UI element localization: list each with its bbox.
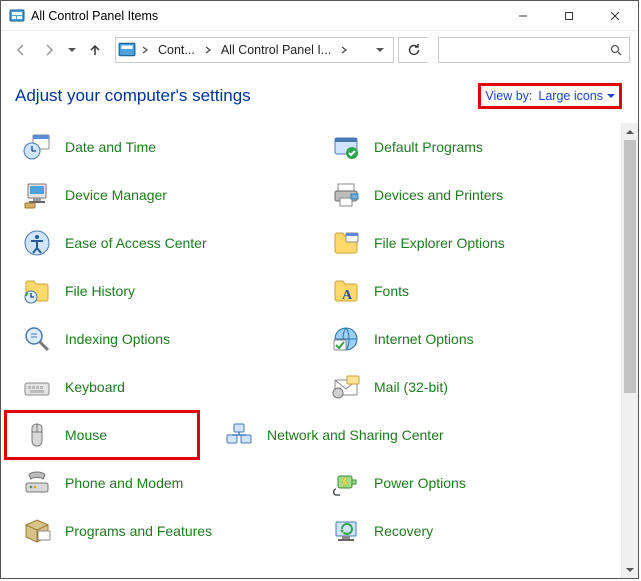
control-panel-item[interactable]: Fonts (312, 267, 621, 315)
item-label: File History (65, 283, 135, 299)
printer-icon (330, 179, 362, 211)
address-bar[interactable]: Cont... All Control Panel I... (115, 37, 394, 63)
control-panel-item[interactable]: Device Manager (3, 171, 312, 219)
fonts-icon (330, 275, 362, 307)
minimize-button[interactable] (500, 1, 546, 31)
folder-options-icon (330, 227, 362, 259)
items-grid: Date and Time Default Programs Device Mana… (3, 123, 621, 555)
power-icon (330, 467, 362, 499)
title-bar: All Control Panel Items (1, 1, 638, 31)
scroll-thumb[interactable] (624, 140, 636, 393)
refresh-button[interactable] (398, 37, 428, 63)
folder-history-icon (21, 275, 53, 307)
control-panel-icon (118, 41, 136, 59)
scroll-up-button[interactable] (622, 123, 638, 140)
item-label: Mouse (65, 427, 107, 443)
close-button[interactable] (592, 1, 638, 31)
item-label: Phone and Modem (65, 475, 183, 491)
recovery-icon (330, 515, 362, 547)
item-label: Mail (32-bit) (374, 379, 448, 395)
clock-calendar-icon (21, 131, 53, 163)
control-panel-items: Date and Time Default Programs Device Mana… (3, 123, 621, 578)
page-title: Adjust your computer's settings (15, 86, 251, 106)
back-button[interactable] (9, 38, 33, 62)
window-title: All Control Panel Items (31, 9, 158, 23)
item-label: Recovery (374, 523, 433, 539)
view-by-group: View by: Large icons (478, 83, 622, 109)
item-label: File Explorer Options (374, 235, 505, 251)
item-label: Fonts (374, 283, 409, 299)
breadcrumb[interactable]: Cont... (154, 43, 199, 57)
chevron-right-icon[interactable] (138, 40, 152, 60)
vertical-scrollbar[interactable] (621, 123, 638, 578)
control-panel-item[interactable]: Ease of Access Center (3, 219, 312, 267)
control-panel-item[interactable]: Indexing Options (3, 315, 312, 363)
control-panel-item[interactable]: Mouse (7, 413, 197, 457)
programs-box-icon (21, 515, 53, 547)
mouse-icon (21, 419, 53, 451)
control-panel-item[interactable]: Power Options (312, 459, 621, 507)
control-panel-item[interactable]: Network and Sharing Center (205, 411, 621, 459)
control-panel-item[interactable]: Devices and Printers (312, 171, 621, 219)
control-panel-item[interactable]: File History (3, 267, 312, 315)
scroll-down-button[interactable] (622, 561, 638, 578)
control-panel-item[interactable]: File Explorer Options (312, 219, 621, 267)
up-button[interactable] (83, 38, 107, 62)
item-label: Ease of Access Center (65, 235, 207, 251)
device-manager-icon (21, 179, 53, 211)
view-by-label: View by: (485, 89, 532, 103)
control-panel-item[interactable]: Default Programs (312, 123, 621, 171)
header-row: Adjust your computer's settings View by:… (1, 69, 638, 123)
item-label: Network and Sharing Center (267, 427, 444, 443)
control-panel-item[interactable]: Keyboard (3, 363, 312, 411)
history-dropdown-button[interactable] (65, 38, 79, 62)
item-label: Devices and Printers (374, 187, 503, 203)
mail-icon (330, 371, 362, 403)
indexing-icon (21, 323, 53, 355)
item-label: Power Options (374, 475, 466, 491)
control-panel-item[interactable]: Mail (32-bit) (312, 363, 621, 411)
item-label: Device Manager (65, 187, 167, 203)
accessibility-icon (21, 227, 53, 259)
phone-modem-icon (21, 467, 53, 499)
programs-check-icon (330, 131, 362, 163)
chevron-right-icon[interactable] (337, 40, 351, 60)
control-panel-item[interactable]: Programs and Features (3, 507, 312, 555)
item-label: Programs and Features (65, 523, 212, 539)
search-input[interactable] (445, 43, 609, 57)
item-label: Default Programs (374, 139, 483, 155)
item-label: Indexing Options (65, 331, 170, 347)
item-label: Keyboard (65, 379, 125, 395)
chevron-right-icon[interactable] (201, 40, 215, 60)
breadcrumb[interactable]: All Control Panel I... (217, 43, 335, 57)
maximize-button[interactable] (546, 1, 592, 31)
item-label: Internet Options (374, 331, 474, 347)
control-panel-item[interactable]: Date and Time (3, 123, 312, 171)
control-panel-item[interactable]: Phone and Modem (3, 459, 312, 507)
keyboard-icon (21, 371, 53, 403)
control-panel-item[interactable]: Recovery (312, 507, 621, 555)
search-icon (609, 43, 623, 57)
view-by-dropdown[interactable]: Large icons (538, 89, 615, 103)
view-by-value: Large icons (538, 89, 603, 103)
nav-bar: Cont... All Control Panel I... (1, 31, 638, 69)
address-dropdown-button[interactable] (369, 38, 391, 62)
network-icon (223, 419, 255, 451)
search-box[interactable] (438, 37, 630, 63)
scroll-track[interactable] (622, 140, 638, 561)
control-panel-item[interactable]: Internet Options (312, 315, 621, 363)
control-panel-icon (9, 8, 25, 24)
forward-button[interactable] (37, 38, 61, 62)
globe-check-icon (330, 323, 362, 355)
item-label: Date and Time (65, 139, 156, 155)
